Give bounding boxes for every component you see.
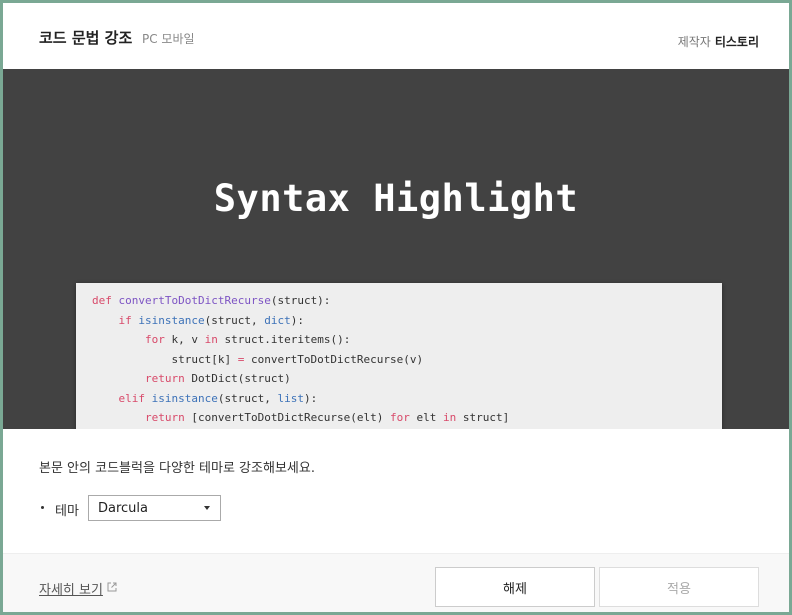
code-sample-card: def convertToDotDictRecurse(struct): if … bbox=[76, 283, 722, 429]
maker-name: 티스토리 bbox=[714, 35, 759, 49]
code-line: if isinstance(struct, dict): bbox=[118, 314, 304, 327]
external-link-icon[interactable] bbox=[106, 581, 118, 593]
code-line: def convertToDotDictRecurse(struct): bbox=[92, 294, 331, 307]
plugin-description: 본문 안의 코드블럭을 다양한 테마로 강조해보세요. bbox=[39, 461, 315, 476]
code-line: return [convertToDotDictRecurse(elt) for… bbox=[144, 411, 510, 424]
code-line: struct[k] = convertToDotDictRecurse(v) bbox=[92, 353, 424, 366]
more-info-link[interactable]: 자세히 보기 bbox=[39, 579, 103, 598]
code-line: for k, v in struct.iteritems(): bbox=[144, 333, 351, 346]
theme-label: 테마 bbox=[55, 504, 79, 519]
theme-setting: 테마 Darcula bbox=[39, 495, 339, 523]
plugin-title: 코드 문법 강조 bbox=[39, 29, 133, 47]
hero-text: Syntax Highlight bbox=[213, 177, 579, 220]
dialog-footer: 자세히 보기 해제 적용 bbox=[3, 553, 789, 612]
maker-info: 제작자 티스토리 bbox=[678, 33, 759, 50]
theme-select-value: Darcula bbox=[98, 501, 149, 516]
release-button[interactable]: 해제 bbox=[435, 567, 595, 607]
code-line: elif isinstance(struct, list): bbox=[118, 392, 318, 405]
code-line: return DotDict(struct) bbox=[144, 372, 291, 385]
apply-button[interactable]: 적용 bbox=[599, 567, 759, 607]
bullet-icon bbox=[41, 506, 44, 509]
preview-banner: Syntax Highlight def convertToDotDictRec… bbox=[3, 69, 789, 429]
platform-tags: PC 모바일 bbox=[142, 32, 195, 46]
theme-select[interactable]: Darcula bbox=[88, 495, 221, 521]
chevron-down-icon bbox=[204, 506, 210, 510]
maker-label: 제작자 bbox=[677, 35, 711, 49]
plugin-dialog: 코드 문법 강조 PC 모바일 제작자 티스토리 Syntax Highlight… bbox=[0, 0, 792, 615]
dialog-header: 코드 문법 강조 PC 모바일 제작자 티스토리 bbox=[3, 3, 789, 69]
